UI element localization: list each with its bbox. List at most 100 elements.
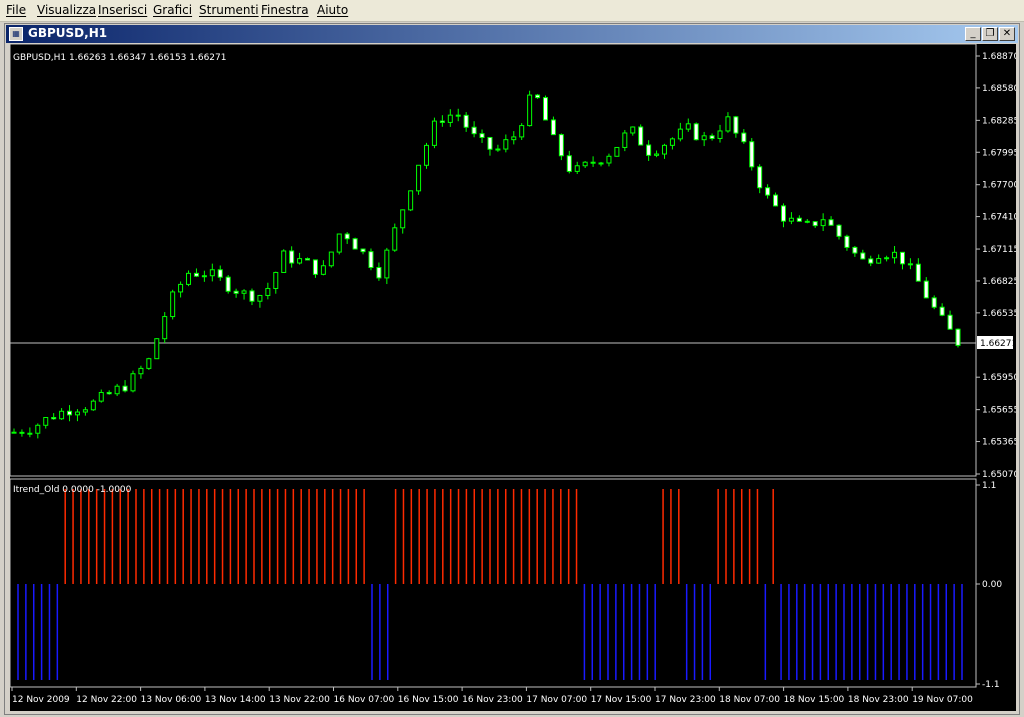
candle-body	[693, 123, 699, 141]
indicator-axis: 1.1 0.00 -1.1	[976, 481, 1002, 690]
candle-body	[392, 227, 398, 251]
candle-body	[209, 269, 215, 277]
candle-body	[241, 290, 247, 294]
candle-body	[154, 338, 160, 360]
price-tick-label: 1.66535	[982, 309, 1016, 319]
menu-file[interactable]: File	[6, 3, 26, 17]
candle-body	[455, 114, 461, 117]
candle-body	[622, 132, 628, 148]
candle-body	[43, 417, 49, 426]
chart-window-icon: ▦	[9, 27, 23, 41]
candle-body	[19, 431, 25, 434]
candle-body	[836, 224, 842, 237]
candle-body	[780, 205, 786, 222]
candle-body	[225, 276, 231, 292]
candle-body	[820, 219, 826, 227]
candle-body	[82, 409, 88, 413]
candle-body	[741, 132, 747, 143]
indicator-label: Itrend_Old 0.0000 -1.0000	[13, 485, 132, 495]
candle-body	[114, 385, 120, 395]
candle-body	[416, 164, 422, 192]
candle-body	[574, 165, 580, 172]
time-tick-label: 17 Nov 07:00	[526, 695, 587, 705]
indicator-histogram	[17, 489, 963, 680]
price-axis: 1.68870 1.68580 1.68285 1.67995 1.67700 1.674…	[976, 52, 1016, 480]
candle-body	[471, 126, 477, 135]
candle-body	[408, 190, 414, 211]
time-axis: 12 Nov 2009 12 Nov 22:00 13 Nov 06:00 13 No…	[11, 687, 973, 705]
candle-body	[939, 306, 945, 316]
time-tick-label: 12 Nov 2009	[12, 695, 70, 705]
time-tick-label: 16 Nov 07:00	[334, 695, 395, 705]
price-tick-label: 1.67410	[982, 213, 1016, 223]
price-tick-label: 1.68285	[982, 116, 1016, 126]
candle-body	[669, 138, 675, 146]
candle-body	[106, 391, 112, 395]
menu-strumenti[interactable]: Strumenti	[199, 3, 259, 17]
candle-body	[844, 235, 850, 248]
time-tick-label: 18 Nov 15:00	[784, 695, 845, 705]
menu-aiuto[interactable]: Aiuto	[317, 3, 348, 17]
indicator-tick-label: 1.1	[982, 481, 996, 491]
minimize-icon[interactable]: _	[965, 27, 981, 41]
candle-body	[733, 116, 739, 134]
candle-body	[709, 135, 715, 139]
candle-body	[566, 155, 572, 172]
candle-body	[249, 290, 255, 302]
candle-body	[503, 139, 509, 150]
candle-body	[400, 209, 406, 229]
price-tick-label: 1.66825	[982, 277, 1016, 287]
menu-grafici[interactable]: Grafici	[153, 3, 192, 17]
candle-body	[289, 250, 295, 264]
chart-canvas[interactable]: GBPUSD,H1 1.66263 1.66347 1.66153 1.6627…	[10, 44, 1016, 711]
candle-body	[312, 259, 318, 275]
candle-body	[98, 391, 104, 402]
chart-area[interactable]: GBPUSD,H1 1.66263 1.66347 1.66153 1.6627…	[10, 44, 1016, 711]
candle-body	[265, 287, 271, 296]
candle-body	[852, 246, 858, 254]
candle-body	[899, 251, 905, 265]
candle-body	[812, 221, 818, 227]
candle-body	[606, 155, 612, 164]
time-tick-label: 18 Nov 07:00	[719, 695, 780, 705]
candle-body	[463, 114, 469, 128]
menu-bar: File Visualizza Inserisci Grafici Strume…	[0, 0, 1024, 22]
candle-body	[352, 238, 358, 250]
candle-body	[162, 316, 168, 340]
menu-inserisci[interactable]: Inserisci	[98, 3, 147, 17]
restore-icon[interactable]: ❐	[982, 27, 998, 41]
candle-body	[170, 291, 176, 318]
window-titlebar[interactable]: ▦ GBPUSD,H1 _ ❐ ✕	[6, 25, 1018, 43]
menu-finestra[interactable]: Finestra	[261, 3, 309, 17]
price-tick-label: 1.65365	[982, 438, 1016, 448]
price-tick-label: 1.65655	[982, 406, 1016, 416]
candle-body	[281, 250, 287, 273]
candle-body	[368, 251, 374, 269]
candle-body	[638, 126, 644, 146]
candle-body	[305, 258, 311, 261]
candle-body	[519, 125, 525, 138]
candle-body	[59, 410, 65, 420]
candle-body	[558, 134, 564, 157]
candle-body	[193, 272, 199, 277]
candle-body	[439, 120, 445, 123]
candle-body	[74, 411, 80, 416]
time-tick-label: 13 Nov 06:00	[141, 695, 202, 705]
menu-visualizza[interactable]: Visualizza	[37, 3, 96, 17]
candle-body	[90, 400, 96, 411]
candle-body	[178, 283, 184, 293]
candle-body	[217, 269, 223, 278]
candle-body	[765, 187, 771, 196]
candle-body	[773, 194, 779, 207]
candle-body	[796, 217, 802, 222]
candle-body	[424, 144, 430, 166]
price-tick-label: 1.67700	[982, 181, 1016, 191]
price-tick-label: 1.67995	[982, 148, 1016, 158]
candle-body	[146, 358, 152, 369]
candle-body	[947, 314, 953, 330]
close-icon[interactable]: ✕	[999, 27, 1015, 41]
candle-body	[685, 123, 691, 130]
main-chart-label: GBPUSD,H1 1.66263 1.66347 1.66153 1.6627…	[13, 53, 226, 63]
candle-body	[923, 280, 929, 299]
price-tick-label: 1.68580	[982, 84, 1016, 94]
